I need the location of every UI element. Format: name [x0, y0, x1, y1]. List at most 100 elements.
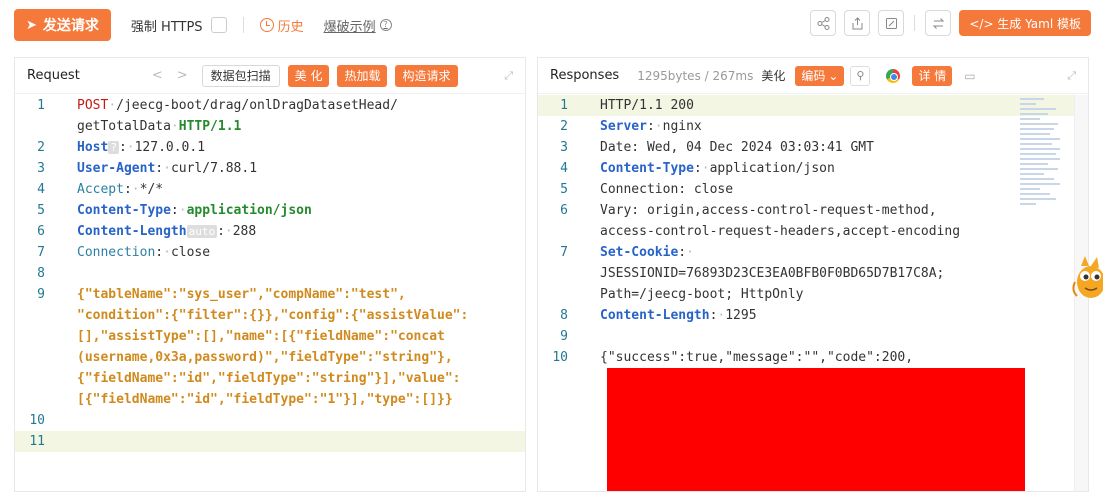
code-line: (username,0x3a,password)","fieldType":"s…	[15, 347, 525, 368]
json-body-line: [],"assistType":[],"name":[{"fieldName":…	[77, 329, 445, 344]
request-title: Request	[27, 68, 80, 83]
request-editor[interactable]: 1 POST·/jeecg-boot/drag/onlDragDatasetHe…	[15, 95, 525, 491]
code-minimap[interactable]	[1020, 98, 1060, 208]
line-number: 3	[560, 140, 568, 155]
blast-example-label: 爆破示例	[323, 19, 376, 35]
status-line: HTTP/1.1 200	[600, 98, 694, 113]
header-value: close	[170, 245, 211, 260]
history-button[interactable]: 历史	[259, 16, 304, 35]
header-key: Host	[77, 140, 109, 155]
help-icon[interactable]: ?	[379, 19, 392, 31]
prev-request-button[interactable]: <	[152, 68, 163, 83]
response-body-line: {"success":true,"message":"","code":200,	[600, 350, 914, 365]
code-line: 10	[15, 410, 525, 431]
code-line: [{"fieldName":"id","fieldType":"1"}],"ty…	[15, 389, 525, 410]
request-expand-icon[interactable]: ⤢	[504, 69, 513, 83]
request-panel: Request < > 数据包扫描 美 化 热加载 构造请求 ⤢ 1 POST·…	[14, 57, 526, 492]
detail-button[interactable]: 详 情	[912, 65, 953, 86]
toolbar-right-group: </> 生成 Yaml 模板	[810, 10, 1091, 36]
toolbar-right-divider	[914, 15, 916, 31]
header-value: application/json	[186, 203, 312, 218]
line-number: 6	[560, 203, 568, 218]
header-key: Connection	[77, 245, 156, 260]
header-key: Server	[600, 119, 647, 134]
encoding-dropdown[interactable]: 编码 ⌄	[795, 65, 845, 86]
code-line: 7 Connection:·close	[15, 242, 525, 263]
header-key: Content-Length	[77, 224, 187, 239]
next-request-button[interactable]: >	[177, 68, 188, 83]
code-line: 8	[15, 263, 525, 284]
line-number: 4	[560, 161, 568, 176]
line-number: 5	[560, 182, 568, 197]
force-https-checkbox[interactable]	[210, 17, 227, 33]
line-number: 10	[552, 350, 568, 365]
generate-yaml-label: </> 生成 Yaml 模板	[969, 16, 1081, 31]
request-path-continued: getTotalData	[77, 119, 171, 134]
code-line: 4 Accept:·*/*	[15, 179, 525, 200]
share-icon[interactable]	[810, 10, 837, 36]
build-request-button[interactable]: 构造请求	[395, 64, 458, 87]
force-https-toggle[interactable]: 强制 HTTPS	[131, 16, 227, 35]
code-line: 9 {"tableName":"sys_user","compName":"te…	[15, 284, 525, 305]
line-number: 1	[560, 98, 568, 113]
search-icon[interactable]: ⚲	[850, 65, 871, 86]
code-line: 6 Content-Length auto:·288	[15, 221, 525, 242]
json-body-line: "condition":{"filter":{}},"config":{"ass…	[77, 308, 469, 323]
hot-load-button[interactable]: 热加载	[337, 64, 388, 87]
auto-badge: auto	[186, 225, 218, 238]
code-line: 6 Vary: origin,access-control-request-me…	[538, 200, 1088, 221]
header-value: nginx	[662, 119, 702, 134]
header-text: Vary: origin,access-control-request-meth…	[600, 203, 937, 218]
edit-icon[interactable]	[878, 10, 905, 36]
generate-yaml-button[interactable]: </> 生成 Yaml 模板	[959, 10, 1091, 36]
chrome-icon[interactable]	[886, 68, 901, 83]
header-value: application/json	[709, 161, 835, 176]
line-number: 7	[37, 245, 45, 260]
header-key: Accept	[77, 182, 124, 197]
line-number: 9	[37, 287, 45, 302]
http-method: POST	[77, 98, 109, 113]
line-number: 7	[560, 245, 568, 260]
header-text: Date: Wed, 04 Dec 2024 03:03:41 GMT	[600, 140, 874, 155]
code-line: 4 Content-Type:·application/json	[538, 158, 1088, 179]
json-body-line: {"tableName":"sys_user","compName":"test…	[77, 287, 406, 302]
line-number: 4	[37, 182, 45, 197]
swap-icon[interactable]	[925, 10, 952, 36]
code-line-active: 11	[15, 431, 525, 452]
comment-icon[interactable]: ▭	[964, 69, 975, 83]
cookie-path: Path=/jeecg-boot; HttpOnly	[600, 287, 804, 302]
code-line: 1 HTTP/1.1 200	[538, 95, 1088, 116]
force-https-label: 强制 HTTPS	[130, 19, 203, 35]
export-icon[interactable]	[844, 10, 871, 36]
code-line: 10 {"success":true,"message":"","code":2…	[538, 347, 1088, 368]
code-line: Path=/jeecg-boot; HttpOnly	[538, 284, 1088, 305]
mascot-icon[interactable]	[1069, 252, 1103, 304]
response-meta: 1295bytes / 267ms	[637, 68, 754, 83]
send-request-button[interactable]: ➤ 发送请求	[14, 9, 111, 41]
top-toolbar: ➤ 发送请求 强制 HTTPS 历史 爆破示例 ? </> 生成 Yaml 模板	[0, 0, 1103, 50]
code-line: 3 Date: Wed, 04 Dec 2024 03:03:41 GMT	[538, 137, 1088, 158]
code-line: JSESSIONID=76893D23CE3EA0BFB0F0BD65D7B17…	[538, 263, 1088, 284]
blast-example-link[interactable]: 爆破示例 ?	[324, 16, 392, 35]
header-key: Content-Type	[77, 203, 171, 218]
packet-scan-button[interactable]: 数据包扫描	[201, 64, 280, 87]
code-line: 7 Set-Cookie:·	[538, 242, 1088, 263]
code-line: 2 Host?:·127.0.0.1	[15, 137, 525, 158]
line-number: 10	[29, 413, 45, 428]
request-beautify-button[interactable]: 美 化	[287, 64, 330, 87]
send-icon: ➤	[26, 17, 37, 33]
header-text: Connection: close	[600, 182, 734, 197]
line-number: 1	[37, 98, 45, 113]
response-expand-icon[interactable]: ⤢	[1067, 69, 1076, 83]
code-line: 8 Content-Length:·1295	[538, 305, 1088, 326]
redaction-block	[607, 368, 1025, 491]
header-key: Set-Cookie	[600, 245, 679, 260]
header-key: User-Agent	[77, 161, 156, 176]
line-number: 9	[560, 329, 568, 344]
line-number: 8	[37, 266, 45, 281]
line-number: 8	[560, 308, 568, 323]
code-line: access-control-request-headers,accept-en…	[538, 221, 1088, 242]
code-line: 1 POST·/jeecg-boot/drag/onlDragDatasetHe…	[15, 95, 525, 116]
response-beautify-button[interactable]: 美化	[761, 67, 785, 84]
line-number: 2	[560, 119, 568, 134]
